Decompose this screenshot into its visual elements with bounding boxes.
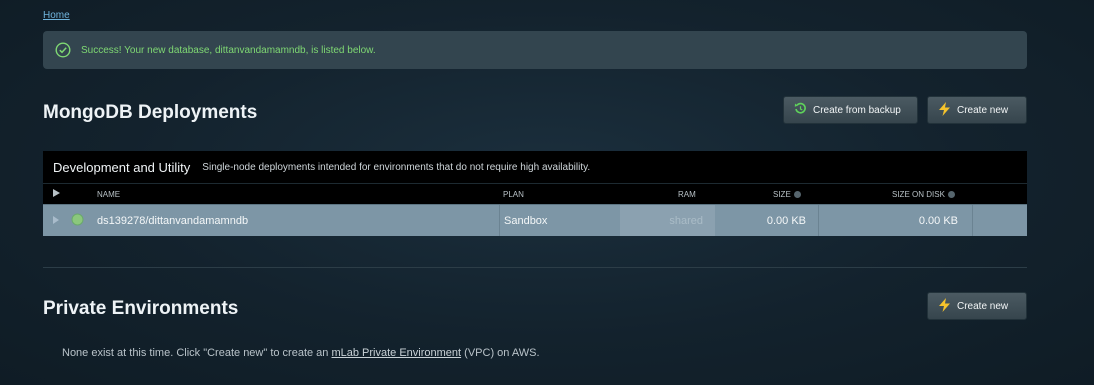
check-circle-icon <box>55 42 71 58</box>
column-ram[interactable]: RAM <box>678 190 696 199</box>
private-note: None exist at this time. Click "Create n… <box>62 347 540 359</box>
column-size-group: SIZE <box>773 190 801 199</box>
deployments-title: MongoDB Deployments <box>43 102 258 123</box>
row-size-on-disk: 0.00 KB <box>818 205 973 236</box>
column-size-on-disk-group: SIZE ON DISK <box>892 190 955 199</box>
restore-icon <box>794 102 807 118</box>
row-plan: Sandbox <box>499 205 620 236</box>
column-name[interactable]: NAME <box>97 190 120 199</box>
expand-arrow-icon[interactable] <box>53 215 59 227</box>
column-size[interactable]: SIZE <box>773 190 791 199</box>
mlab-private-environment-link[interactable]: mLab Private Environment <box>331 347 461 359</box>
help-icon[interactable] <box>793 191 801 198</box>
lightning-icon <box>938 297 951 315</box>
section-description: Single-node deployments intended for env… <box>202 161 591 173</box>
section-title: Development and Utility <box>53 159 191 175</box>
create-new-deployment-button[interactable]: Create new <box>927 96 1027 124</box>
expand-all-icon[interactable] <box>53 189 60 199</box>
alert-message: Success! Your new database, dittanvandam… <box>81 44 376 56</box>
create-new-private-label: Create new <box>957 300 1009 312</box>
breadcrumb-home[interactable]: Home <box>43 10 70 21</box>
page: Home Success! Your new database, dittanv… <box>43 0 1027 385</box>
create-new-label: Create new <box>957 104 1009 116</box>
private-environments-title: Private Environments <box>43 298 239 319</box>
row-ram: shared <box>620 205 715 236</box>
row-size: 0.00 KB <box>766 214 806 227</box>
column-header-row: NAME PLAN RAM SIZE SIZE ON DISK <box>43 183 1027 204</box>
note-text-after: (VPC) on AWS. <box>461 347 540 359</box>
lightning-icon <box>938 101 951 119</box>
success-alert: Success! Your new database, dittanvandam… <box>43 31 1027 69</box>
status-dot-icon <box>71 213 84 229</box>
table-row[interactable]: ds139278/dittanvandamamndb Sandbox share… <box>43 204 1027 236</box>
note-text-before: None exist at this time. Click "Create n… <box>62 347 332 359</box>
deployments-table: Development and Utility Single-node depl… <box>43 151 1027 236</box>
create-from-backup-button[interactable]: Create from backup <box>783 96 918 124</box>
create-from-backup-label: Create from backup <box>813 104 901 116</box>
create-new-private-button[interactable]: Create new <box>927 292 1027 320</box>
help-icon[interactable] <box>947 191 955 198</box>
row-name[interactable]: ds139278/dittanvandamamndb <box>97 205 499 236</box>
section-divider <box>43 267 1027 268</box>
column-plan[interactable]: PLAN <box>503 190 524 199</box>
table-section-header: Development and Utility Single-node depl… <box>43 151 1027 183</box>
row-controls <box>53 205 93 236</box>
column-size-on-disk[interactable]: SIZE ON DISK <box>892 190 945 199</box>
